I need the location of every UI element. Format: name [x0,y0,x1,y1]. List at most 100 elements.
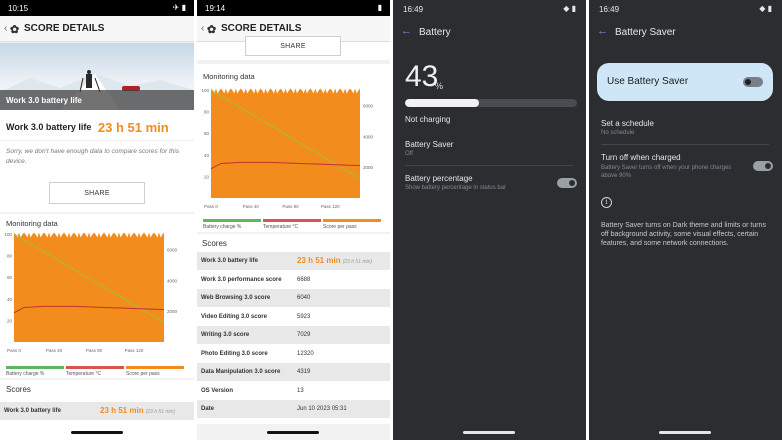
legend-swatch [323,219,381,222]
left-tick-label: 60 [7,275,13,280]
battery-level-fill [405,99,479,107]
score-value: 5923 [297,313,311,320]
legend-label: Battery charge % [203,224,242,230]
page-title: SCORE DETAILS [221,23,302,34]
battery-percentage-label: Battery percentage [405,174,473,183]
legend-swatch [263,219,321,222]
legend-label: Score per pass [323,224,357,230]
status-icons: ◆ ▮ [563,4,576,13]
x-tick-label: Pass 40 [46,348,63,353]
gesture-bar[interactable] [267,431,319,434]
page-title: Battery [419,27,451,38]
page-title: Battery Saver [615,27,676,38]
score-label: Data Manipulation 3.0 score [201,369,281,375]
page-title: SCORE DETAILS [24,23,105,34]
hero-image: Work 3.0 battery life [0,43,194,110]
status-bar: 16:49 ◆ ▮ [393,0,586,16]
x-tick-label: Pass 120 [125,348,144,353]
left-tick-label: 40 [204,153,210,158]
gesture-bar[interactable] [463,431,515,434]
legend-item: Temperature °C [263,219,321,230]
battery-saver-info: Battery Saver turns on Dark theme and li… [601,222,766,247]
chart-legend: Battery charge % Temperature °C Score per … [203,219,385,230]
back-arrow-icon[interactable]: ← [401,25,412,37]
score-label: Photo Editing 3.0 score [201,350,268,357]
score-value: 7029 [297,332,311,338]
battery-percentage-desc: Show battery percentage in status bar [405,185,507,191]
chart-legend: Battery charge % Temperature °C Score per … [6,366,188,377]
monitoring-title: Monitoring data [203,72,255,81]
monitoring-card: Monitoring data 100 80 60 40 20 6000 4000 2000 P… [197,64,390,232]
score-value: 13 [297,387,304,394]
legend-item: Battery charge % [6,366,64,377]
legend-swatch [126,366,184,369]
status-bar: 19:14 ▮ [197,0,390,16]
x-tick-label: Pass 120 [321,204,340,209]
score-row: Work 3.0 battery life 23 h 51 min (23 h 5… [0,402,194,420]
score-row: Writing 3.0 score 7029 [197,326,390,344]
set-schedule-label[interactable]: Set a schedule [601,119,654,128]
status-time: 16:49 [403,5,424,14]
share-section: SHARE [0,174,194,212]
legend-label: Temperature °C [263,224,299,230]
status-icons: ◆ ▮ [759,4,772,13]
right-tick-label: 6000 [363,103,374,108]
comparison-screenshot: 10:15 ✈ ▮ ‹ ✿ SCORE DETAILS Work 3.0 batte… [0,0,782,440]
battery-percentage-toggle[interactable] [557,178,577,188]
score-label: Writing 3.0 score [201,332,250,338]
right-tick-label: 4000 [363,134,374,139]
gesture-bar[interactable] [71,431,123,434]
scores-title: Scores [202,239,227,248]
battery-saver-status: Off [405,151,413,157]
status-time: 16:49 [599,5,620,14]
status-bar: 10:15 ✈ ▮ [0,0,194,16]
monitoring-chart: 100 80 60 40 20 6000 4000 2000 Pass 0 Pass 40 Pass… [201,88,374,209]
x-tick-label: Pass 80 [282,204,299,209]
x-tick-label: Pass 0 [7,348,21,353]
score-label: Work 3.0 battery life [4,408,61,414]
battery-percent: 43 [405,60,439,93]
monitoring-title: Monitoring data [6,219,58,228]
score-row: Date Jun 10 2023 05:31 [197,400,390,418]
status-time: 10:15 [8,4,29,13]
phone-score-details-scrolled: 19:14 ▮ ‹ ✿ SCORE DETAILS SHARE Monitoring… [197,0,390,440]
hero-caption: Work 3.0 battery life [0,90,194,110]
left-tick-label: 20 [204,174,210,179]
score-label: Work 3.0 battery life [201,258,258,264]
battery-percent-symbol: % [435,81,444,91]
use-battery-saver-toggle[interactable] [743,77,763,87]
battery-life-label: Work 3.0 battery life [6,122,92,132]
legend-label: Score per pass [126,371,160,377]
use-battery-saver-card[interactable]: Use Battery Saver [597,63,773,101]
gear-icon: ✿ [207,24,217,36]
share-button[interactable]: SHARE [49,182,145,204]
score-value: 12320 [297,350,314,357]
scores-card: Scores Work 3.0 battery life 23 h 51 min(… [197,234,390,424]
share-button[interactable]: SHARE [245,36,341,56]
status-time: 19:14 [205,4,226,13]
gear-icon: ✿ [10,24,20,36]
left-tick-label: 80 [204,110,210,115]
score-per-pass-area [211,88,360,198]
gesture-bar[interactable] [659,431,711,434]
monitoring-chart: 100 80 60 40 20 6000 4000 2000 Pass 0 Pass 40 Pass… [4,232,177,353]
scores-title: Scores [6,385,31,394]
turn-off-charged-toggle[interactable] [753,161,773,171]
divider [405,165,573,166]
battery-saver-label[interactable]: Battery Saver [405,140,453,149]
legend-item: Score per pass [126,366,184,377]
score-label: Web Browsing 3.0 score [201,295,271,301]
turn-off-charged-label: Turn off when charged [601,153,681,162]
app-header: ‹ ✿ SCORE DETAILS [0,16,194,42]
score-value: 4319 [297,369,311,375]
back-arrow-icon[interactable]: ← [597,25,608,37]
phone-battery-settings: 16:49 ◆ ▮ ← Battery 43 % Not charging Ba… [393,0,586,440]
phone-battery-saver: 16:49 ◆ ▮ ← Battery Saver Use Battery Sa… [589,0,782,440]
score-label: Work 3.0 performance score [201,276,282,283]
score-value: 6688 [297,276,311,283]
right-tick-label: 2000 [363,165,374,170]
no-data-message: Sorry, we don't have enough data to comp… [0,140,194,174]
battery-level-bar [405,99,577,107]
use-battery-saver-label: Use Battery Saver [607,76,689,87]
score-label: OS Version [201,387,234,394]
